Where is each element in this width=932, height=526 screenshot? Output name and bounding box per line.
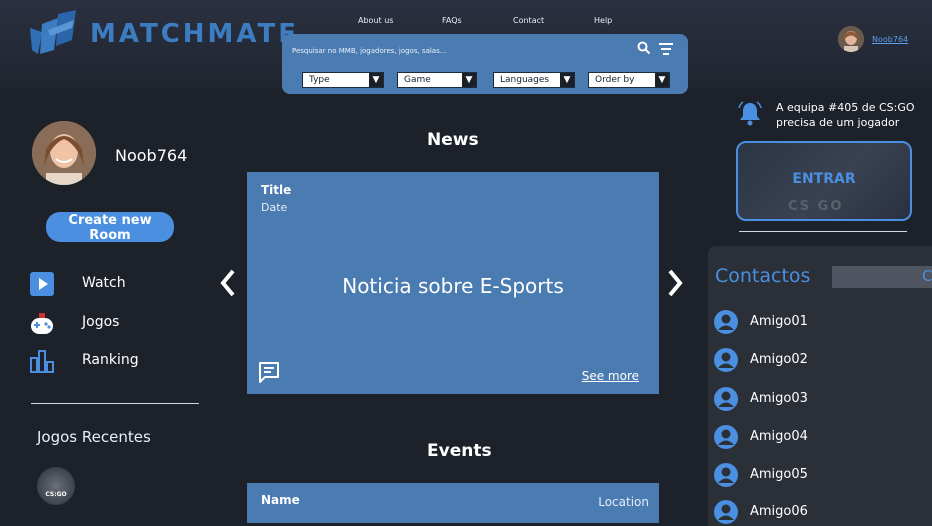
news-title: News <box>427 130 479 150</box>
recent-games-title: Jogos Recentes <box>37 428 151 446</box>
join-team-label: ENTRAR <box>792 171 856 187</box>
event-card[interactable]: Name Location <box>247 483 659 523</box>
contact-name: Amigo05 <box>750 467 808 482</box>
contacts-search-label: C <box>922 267 932 285</box>
team-notification: A equipa #405 de CS:GO precisa de um jog… <box>776 101 915 129</box>
brand-name[interactable]: MATCHMATE <box>90 19 299 49</box>
nav-faqs[interactable]: FAQs <box>442 16 462 25</box>
profile-avatar[interactable] <box>32 121 96 185</box>
event-card-name: Name <box>261 493 300 507</box>
bell-icon[interactable] <box>738 100 762 126</box>
news-card[interactable]: Title Date Noticia sobre E-Sports See mo… <box>247 172 659 394</box>
chevron-right-icon[interactable] <box>666 268 684 298</box>
sidebar-divider <box>31 403 199 404</box>
user-icon <box>714 500 738 524</box>
user-icon <box>714 348 738 372</box>
see-more-link[interactable]: See more <box>582 369 639 383</box>
comment-icon[interactable] <box>257 360 281 384</box>
contact-name: Amigo01 <box>750 314 808 329</box>
header-avatar[interactable] <box>838 26 864 52</box>
nav-help[interactable]: Help <box>594 16 612 25</box>
game-select[interactable]: Game ▼ <box>397 72 477 88</box>
right-divider <box>739 231 907 232</box>
avatar-photo-icon <box>838 26 864 52</box>
languages-select[interactable]: Languages ▼ <box>493 72 575 88</box>
filter-icon[interactable] <box>658 42 674 56</box>
event-card-location: Location <box>598 495 649 509</box>
csgo-logo: CS GO <box>788 199 844 214</box>
user-icon <box>714 463 738 487</box>
contacts-search-input[interactable] <box>832 266 932 288</box>
create-room-button[interactable]: Create new Room <box>46 212 174 243</box>
logo-icon <box>30 10 76 54</box>
nav-contact[interactable]: Contact <box>513 16 544 25</box>
news-card-title: Title <box>261 183 292 197</box>
chevron-down-icon: ▼ <box>462 73 476 87</box>
chevron-left-icon[interactable] <box>219 268 237 298</box>
search-icon[interactable] <box>637 41 651 55</box>
sidebar-item-label: Watch <box>82 275 126 291</box>
news-card-date: Date <box>261 201 288 214</box>
news-card-body: Noticia sobre E-Sports <box>342 274 564 298</box>
search-panel: Type ▼ Game ▼ Languages ▼ Order by ▼ <box>282 34 688 94</box>
type-select[interactable]: Type ▼ <box>302 72 384 88</box>
sidebar-item-label: Ranking <box>82 352 139 368</box>
avatar-photo-icon <box>32 121 96 185</box>
sidebar-item-label: Jogos <box>82 314 120 330</box>
play-icon <box>30 272 54 296</box>
user-icon <box>714 310 738 334</box>
events-title: Events <box>427 441 492 461</box>
contact-name: Amigo06 <box>750 504 808 519</box>
search-input[interactable] <box>290 43 624 59</box>
contacts-panel: Contactos C Amigo01 Amigo02 Amigo03 Amig… <box>708 246 932 526</box>
chevron-down-icon: ▼ <box>369 73 383 87</box>
user-icon <box>714 387 738 411</box>
order-select[interactable]: Order by ▼ <box>588 72 670 88</box>
chevron-down-icon: ▼ <box>655 73 669 87</box>
recent-game-thumbnail[interactable]: CS:GO <box>37 467 75 505</box>
nav-about[interactable]: About us <box>358 16 393 25</box>
contacts-title: Contactos <box>715 265 811 287</box>
ranking-icon <box>30 350 54 373</box>
contact-name: Amigo04 <box>750 429 808 444</box>
user-icon <box>714 425 738 449</box>
contact-name: Amigo02 <box>750 352 808 367</box>
header-username[interactable]: Noob764 <box>872 35 908 44</box>
profile-username: Noob764 <box>115 146 188 165</box>
contact-name: Amigo03 <box>750 391 808 406</box>
join-team-button[interactable]: ENTRAR CS GO <box>736 141 912 221</box>
chevron-down-icon: ▼ <box>560 73 574 87</box>
gamepad-icon <box>31 313 53 334</box>
